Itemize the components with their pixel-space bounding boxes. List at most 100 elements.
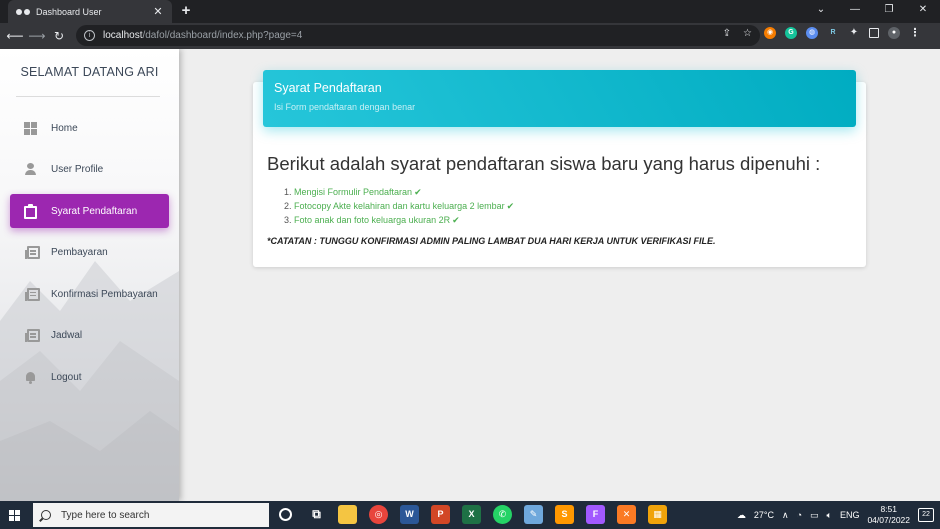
sidebar-item-pembayaran[interactable]: Pembayaran [10,236,169,270]
side-panel-icon[interactable] [869,28,879,38]
clock-date: 04/07/2022 [867,515,910,525]
search-icon [41,510,51,520]
windows-start-icon[interactable] [0,501,28,529]
search-placeholder: Type here to search [61,509,150,521]
sidebar-item-label: Logout [51,371,82,383]
forward-arrow-icon[interactable]: ⟶ [26,29,48,43]
windows-taskbar: Type here to search ⧉ ◎ W P X ✆ ✎ S F ✕ … [0,501,940,529]
library-books-icon [25,287,40,301]
library-books-icon [25,246,40,259]
extension-r-icon[interactable]: R [827,27,839,39]
volume-icon[interactable]: 🔈︎ [827,510,832,521]
site-info-icon[interactable]: i [84,30,95,41]
new-tab-button[interactable]: + [178,2,194,19]
library-books-icon [25,329,40,342]
browser-tab[interactable]: Dashboard User ✕ [8,0,172,23]
url-path: /dafol/dashboard/index.php?page=4 [142,30,303,41]
browser-toolbar: ⟵ ⟶ ↻ i localhost /dafol/dashboard/index… [0,23,940,49]
person-icon [24,163,37,176]
share-icon[interactable]: ⇪ [723,28,731,39]
sidebar-brand[interactable]: SELAMAT DATANG ARI [0,65,179,79]
check-icon: ✔ [414,187,422,197]
word-icon[interactable]: W [400,505,419,524]
requirements-list: 1. Mengisi Formulir Pendaftaran ✔ 2. Fot… [284,185,857,227]
more-menu-icon[interactable]: ⋮ [909,27,921,39]
sidebar-item-label: Home [51,122,78,134]
card-subtitle: Isi Form pendaftaran dengan benar [274,102,416,112]
minimize-button[interactable]: — [838,0,872,22]
profile-avatar[interactable]: ● [888,27,900,39]
xampp-icon[interactable]: ✕ [617,505,636,524]
language-indicator[interactable]: ENG [840,510,860,520]
favicon-icon [16,7,30,17]
battery-icon[interactable]: ▭ [810,510,819,521]
sidebar-item-konfirmasi-pembayaran[interactable]: Konfirmasi Pembayaran [10,277,169,311]
url-host: localhost [103,30,143,41]
powerpoint-icon[interactable]: P [431,505,450,524]
task-view-icon[interactable]: ⧉ [307,505,326,524]
requirement-text: Fotocopy Akte kelahiran dan kartu keluar… [294,201,505,211]
requirement-text: Foto anak dan foto keluarga ukuran 2R [294,215,451,225]
list-item: 1. Mengisi Formulir Pendaftaran ✔ [284,185,857,199]
list-number: 1. [284,187,292,197]
check-icon: ✔ [452,215,460,225]
excel-icon[interactable]: X [462,505,481,524]
chrome-icon[interactable]: ◎ [369,505,388,524]
verification-note: *CATATAN : TUNGGU KONFIRMASI ADMIN PALIN… [267,236,716,246]
cortana-icon[interactable] [279,508,292,521]
list-number: 2. [284,201,292,211]
notifications-icon[interactable]: 22 [918,508,934,522]
whatsapp-icon[interactable]: ✆ [493,505,512,524]
app-icon[interactable]: ▦ [648,505,667,524]
check-icon: ✔ [506,201,515,211]
sublime-icon[interactable]: S [555,505,574,524]
network-icon[interactable]: ◔ [797,510,802,520]
weather-icon[interactable]: ☁ [737,510,746,521]
window-controls: ⌄ — ❐ ✕ [804,0,940,22]
sidebar-menu: Home User Profile Syarat Pendaftaran Pem… [10,111,169,402]
figma-icon[interactable]: F [586,505,605,524]
sidebar-divider [16,96,160,97]
requirements-heading: Berikut adalah syarat pendaftaran siswa … [267,153,821,174]
sidebar-item-jadwal[interactable]: Jadwal [10,319,169,353]
sidebar-item-label: User Profile [51,164,104,175]
list-item: 2. Fotocopy Akte kelahiran dan kartu kel… [284,199,857,213]
taskbar-search-input[interactable]: Type here to search [33,503,269,527]
tray-chevron-icon[interactable]: ∧ [782,510,789,521]
tab-search-icon[interactable]: ⌄ [804,0,838,22]
sidebar: SELAMAT DATANG ARI Home User Profile Sya… [0,49,179,501]
taskbar-apps: ⧉ ◎ W P X ✆ ✎ S F ✕ ▦ [276,505,667,524]
grammarly-icon[interactable]: G [785,27,797,39]
file-explorer-icon[interactable] [338,505,357,524]
weather-temp[interactable]: 27°C [754,510,774,520]
card-header: Syarat Pendaftaran Isi Form pendaftaran … [263,70,856,127]
extension-blue-icon[interactable]: ◍ [806,27,818,39]
sidebar-item-logout[interactable]: Logout [10,360,169,394]
bookmark-star-icon[interactable]: ☆ [743,28,752,39]
back-arrow-icon[interactable]: ⟵ [4,29,26,43]
requirement-text: Mengisi Formulir Pendaftaran [294,187,413,197]
clock-time: 8:51 [880,504,897,514]
sidebar-item-home[interactable]: Home [10,111,169,145]
list-number: 3. [284,215,292,225]
clipboard-icon [24,203,37,219]
sidebar-item-syarat-pendaftaran[interactable]: Syarat Pendaftaran [10,194,169,228]
clock[interactable]: 8:51 04/07/2022 [867,504,910,526]
sidebar-item-label: Jadwal [51,330,83,341]
sidebar-item-label: Syarat Pendaftaran [51,205,138,217]
sidebar-item-user-profile[interactable]: User Profile [10,153,169,187]
bell-icon [24,371,37,384]
restore-button[interactable]: ❐ [872,0,906,22]
sidebar-item-label: Pembayaran [51,247,108,258]
extension-orange-icon[interactable]: ◉ [764,27,776,39]
browser-tab-bar: Dashboard User ✕ + ⌄ — ❐ ✕ [0,0,940,23]
tab-close-icon[interactable]: ✕ [152,5,164,18]
card-body: Berikut adalah syarat pendaftaran siswa … [267,153,857,246]
notepad-icon[interactable]: ✎ [524,505,543,524]
close-window-button[interactable]: ✕ [906,0,940,22]
puzzle-extensions-icon[interactable]: ✦ [848,27,860,39]
page-content: SELAMAT DATANG ARI Home User Profile Sya… [0,49,940,501]
address-bar[interactable]: i localhost /dafol/dashboard/index.php?p… [76,25,760,46]
reload-icon[interactable]: ↻ [48,29,70,43]
sidebar-item-label: Konfirmasi Pembayaran [51,288,158,300]
